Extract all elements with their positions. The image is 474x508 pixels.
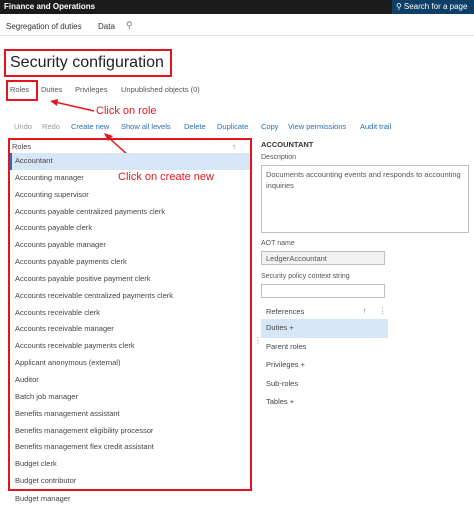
security-policy-label: Security policy context string — [261, 273, 350, 280]
action-search-icon[interactable]: ⚲ — [126, 20, 133, 31]
role-row[interactable]: Accounts payable payments clerk — [10, 254, 250, 271]
global-search-label: Search for a page — [403, 2, 468, 11]
global-search-button[interactable]: ⚲ Search for a page — [392, 0, 474, 14]
reference-row-parent-roles[interactable]: Parent roles — [261, 338, 388, 357]
aot-name-label: AOT name — [261, 240, 295, 247]
undo-button[interactable]: Undo — [14, 122, 32, 131]
description-label: Description — [261, 154, 297, 161]
tab-privileges[interactable]: Privileges — [75, 85, 108, 94]
aot-name-field[interactable]: LedgerAccountant — [261, 251, 385, 265]
selected-role-heading: ACCOUNTANT — [261, 140, 314, 149]
role-row[interactable]: Batch job manager — [10, 389, 250, 406]
create-new-button[interactable]: Create new — [71, 122, 109, 131]
search-icon: ⚲ — [396, 2, 402, 11]
role-row[interactable]: Accounts payable centralized payments cl… — [10, 204, 250, 221]
tab-unpublished-objects[interactable]: Unpublished objects (0) — [121, 85, 200, 94]
tab-duties[interactable]: Duties — [41, 85, 62, 94]
roles-list-header: Roles ↑ — [12, 142, 242, 153]
annotation-click-role: Click on role — [96, 105, 157, 117]
duplicate-button[interactable]: Duplicate — [217, 122, 248, 131]
role-row[interactable]: Accounting supervisor — [10, 187, 250, 204]
reference-row-sub-roles[interactable]: Sub-roles — [261, 375, 388, 394]
role-row[interactable]: Benefits management eligibility processo… — [10, 423, 250, 440]
role-row[interactable]: Accounts receivable centralized payments… — [10, 288, 250, 305]
security-policy-field[interactable] — [261, 284, 385, 298]
role-row[interactable]: Accounts receivable clerk — [10, 305, 250, 322]
role-row[interactable]: Accounts receivable payments clerk — [10, 338, 250, 355]
role-row[interactable]: Budget clerk — [10, 456, 250, 473]
role-row[interactable]: Budget manager — [10, 491, 250, 508]
reference-row-privileges[interactable]: Privileges + — [261, 356, 388, 375]
role-row[interactable]: Benefits management assistant — [10, 406, 250, 423]
action-pane-tabs: Segregation of duties Data ⚲ — [0, 14, 474, 36]
references-column-header[interactable]: References — [266, 307, 304, 316]
role-row[interactable]: Accounts payable manager — [10, 237, 250, 254]
role-row[interactable]: Accounts payable positive payment clerk — [10, 271, 250, 288]
view-permissions-button[interactable]: View permissions — [288, 122, 346, 131]
delete-button[interactable]: Delete — [184, 122, 206, 131]
role-row[interactable]: Budget contributor — [10, 473, 250, 490]
roles-column-header[interactable]: Roles — [12, 142, 31, 151]
arrow-to-roles-tab — [54, 101, 95, 112]
references-list: Duties + Parent roles Privileges + Sub-r… — [261, 319, 388, 412]
nav-tab-segregation-of-duties[interactable]: Segregation of duties — [6, 22, 82, 31]
app-title: Finance and Operations — [4, 2, 96, 11]
tab-roles[interactable]: Roles — [10, 85, 29, 94]
pin-icon[interactable]: ↑ — [232, 142, 236, 151]
redo-button[interactable]: Redo — [42, 122, 60, 131]
page-title: Security configuration — [10, 54, 164, 71]
roles-list: Accountant Accounting manager Accounting… — [10, 153, 250, 490]
more-options-icon[interactable]: ⋮ — [379, 306, 387, 315]
references-header: References ↑ ⋮ — [261, 305, 387, 319]
arrow-head-roles — [50, 99, 58, 106]
show-all-levels-button[interactable]: Show all levels — [121, 122, 171, 131]
reference-row-duties[interactable]: Duties + — [261, 319, 388, 338]
references-pin-icon[interactable]: ↑ — [363, 306, 367, 315]
role-row[interactable]: Applicant anonymous (external) — [10, 355, 250, 372]
copy-button[interactable]: Copy — [261, 122, 279, 131]
top-bar: Finance and Operations ⚲ Search for a pag… — [0, 0, 474, 14]
role-row[interactable]: Accounting manager — [10, 170, 250, 187]
role-row[interactable]: Accountant — [10, 153, 250, 170]
role-row[interactable]: Accounts receivable manager — [10, 321, 250, 338]
nav-tab-data[interactable]: Data — [98, 22, 115, 31]
audit-trail-button[interactable]: Audit trail — [360, 122, 391, 131]
role-row[interactable]: Benefits management flex credit assistan… — [10, 439, 250, 456]
description-field[interactable]: Documents accounting events and responds… — [261, 165, 469, 233]
reference-row-tables[interactable]: Tables + — [261, 393, 388, 412]
role-row[interactable]: Accounts payable clerk — [10, 220, 250, 237]
role-row[interactable]: Auditor — [10, 372, 250, 389]
